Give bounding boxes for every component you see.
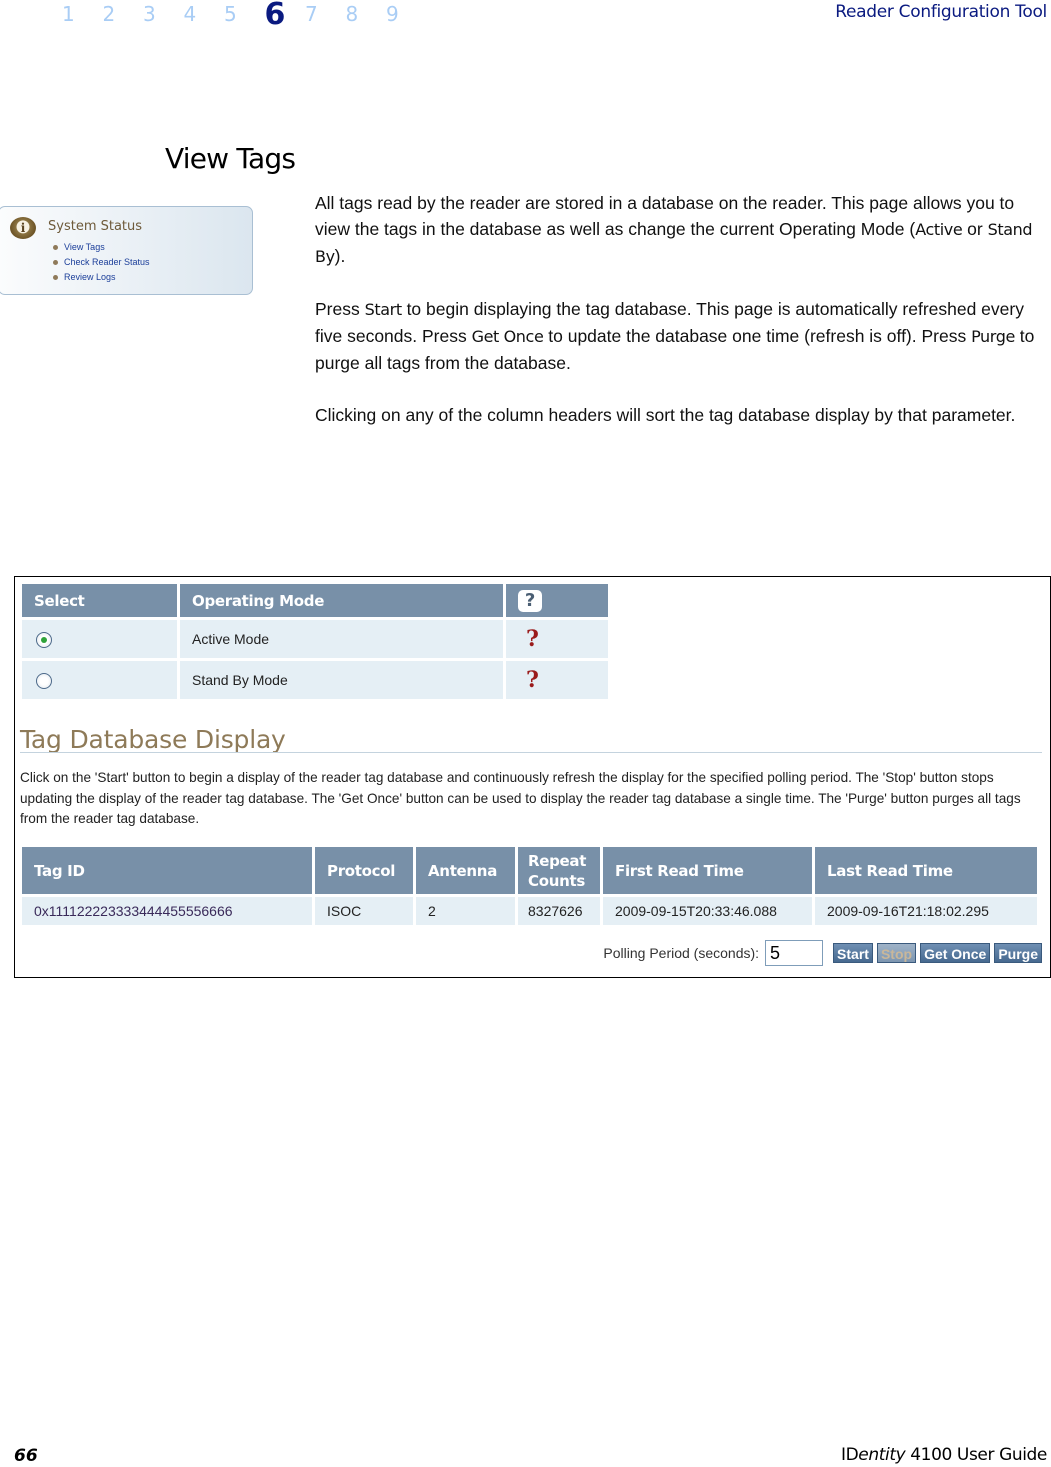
column-header-antenna[interactable]: Antenna xyxy=(416,847,515,894)
keyword-active: Active xyxy=(915,220,963,239)
mode-table-header: Select Operating Mode ? xyxy=(22,584,608,617)
help-icon[interactable]: ? xyxy=(518,589,542,612)
column-header-select: Select xyxy=(22,584,177,617)
text-run: All tags read by the reader are stored i… xyxy=(315,193,1015,239)
brand-prefix: ID xyxy=(840,1445,859,1465)
body-text: All tags read by the reader are stored i… xyxy=(315,190,1045,454)
last-read-time-cell: 2009-09-16T21:18:02.295 xyxy=(815,897,1037,925)
text-run: or xyxy=(962,219,988,239)
column-header-protocol[interactable]: Protocol xyxy=(315,847,413,894)
keyword-get-once: Get Once xyxy=(471,327,544,346)
mode-row-active: Active Mode ? xyxy=(22,620,608,658)
paragraph-buttons: Press Start to begin displaying the tag … xyxy=(315,296,1045,376)
chapter-link-3[interactable]: 3 xyxy=(143,0,184,28)
text-run: ). xyxy=(334,246,346,266)
column-header-help: ? xyxy=(506,584,608,617)
chapter-link-7[interactable]: 7 xyxy=(305,0,346,28)
mode-row-stand-by: Stand By Mode ? xyxy=(22,661,608,699)
column-header-tag-id[interactable]: Tag ID xyxy=(22,847,312,894)
system-status-nav-thumbnail: i System Status View Tags Check Reader S… xyxy=(0,206,253,295)
stop-button[interactable]: Stop xyxy=(876,943,917,963)
paragraph-intro: All tags read by the reader are stored i… xyxy=(315,190,1045,270)
select-cell xyxy=(22,620,177,658)
title-divider xyxy=(20,752,1042,753)
chapter-link-6-current[interactable]: 6 xyxy=(265,0,306,32)
help-cell: ? xyxy=(506,661,608,699)
column-header-repeat-counts[interactable]: Repeat Counts xyxy=(518,847,600,894)
chapter-link-2[interactable]: 2 xyxy=(103,0,144,28)
chapter-link-1[interactable]: 1 xyxy=(62,0,103,28)
operating-mode-table: Select Operating Mode ? Active Mode ? St… xyxy=(19,581,611,702)
nav-link-view-tags[interactable]: View Tags xyxy=(53,240,150,255)
tag-database-title: Tag Database Display xyxy=(20,725,286,754)
get-once-button[interactable]: Get Once xyxy=(920,943,991,963)
polling-period-input[interactable] xyxy=(765,940,824,966)
mode-name: Active Mode xyxy=(180,620,503,658)
tag-database-table: Tag ID Protocol Antenna Repeat Counts Fi… xyxy=(19,844,1040,928)
table-row: 0x111122223333444455556666 ISOC 2 832762… xyxy=(22,897,1037,925)
chapter-nav: 1 2 3 4 5 6 7 8 9 xyxy=(62,0,427,36)
help-question-icon[interactable]: ? xyxy=(518,667,539,693)
column-header-last-read-time[interactable]: Last Read Time xyxy=(815,847,1037,894)
section-title: View Tags xyxy=(165,142,296,175)
paragraph-sorting: Clicking on any of the column headers wi… xyxy=(315,405,1016,425)
guide-title: IDentity 4100 User Guide xyxy=(841,1445,1047,1465)
polling-period-label: Polling Period (seconds): xyxy=(603,945,760,961)
start-button[interactable]: Start xyxy=(833,943,873,963)
active-mode-radio[interactable] xyxy=(36,631,52,648)
stand-by-mode-radio[interactable] xyxy=(36,672,52,689)
nav-link-check-reader-status[interactable]: Check Reader Status xyxy=(53,255,150,270)
column-header-operating-mode: Operating Mode xyxy=(180,584,503,617)
tag-database-description: Click on the 'Start' button to begin a d… xyxy=(20,770,1021,826)
chapter-link-9[interactable]: 9 xyxy=(386,0,427,28)
text-run: Press xyxy=(315,299,365,319)
chapter-link-8[interactable]: 8 xyxy=(346,0,387,28)
antenna-cell: 2 xyxy=(416,897,515,925)
help-cell: ? xyxy=(506,620,608,658)
text-run: to update the database one time (refresh… xyxy=(543,326,972,346)
system-status-links: View Tags Check Reader Status Review Log… xyxy=(53,240,150,285)
mode-name: Stand By Mode xyxy=(180,661,503,699)
view-tags-screenshot: Select Operating Mode ? Active Mode ? St… xyxy=(14,576,1051,978)
select-cell xyxy=(22,661,177,699)
info-icon: i xyxy=(10,217,36,239)
page-number: 66 xyxy=(14,1446,38,1466)
column-header-first-read-time[interactable]: First Read Time xyxy=(603,847,812,894)
repeat-counts-cell: 8327626 xyxy=(518,897,600,925)
protocol-cell: ISOC xyxy=(315,897,413,925)
chapter-link-4[interactable]: 4 xyxy=(184,0,225,28)
polling-controls: Polling Period (seconds): Start Stop Get… xyxy=(603,940,1042,966)
help-question-icon[interactable]: ? xyxy=(518,626,539,652)
guide-rest: 4100 User Guide xyxy=(905,1445,1047,1465)
tag-id-cell: 0x111122223333444455556666 xyxy=(22,897,312,925)
chapter-link-5[interactable]: 5 xyxy=(224,0,265,28)
nav-link-review-logs[interactable]: Review Logs xyxy=(53,270,150,285)
first-read-time-cell: 2009-09-15T20:33:46.088 xyxy=(603,897,812,925)
keyword-start: Start xyxy=(364,300,402,319)
keyword-purge: Purge xyxy=(971,327,1015,346)
purge-button[interactable]: Purge xyxy=(994,943,1042,963)
system-status-title: System Status xyxy=(48,219,143,234)
brand-italic: entity xyxy=(858,1445,906,1465)
running-title: Reader Configuration Tool xyxy=(835,2,1047,22)
tag-table-header: Tag ID Protocol Antenna Repeat Counts Fi… xyxy=(22,847,1037,894)
